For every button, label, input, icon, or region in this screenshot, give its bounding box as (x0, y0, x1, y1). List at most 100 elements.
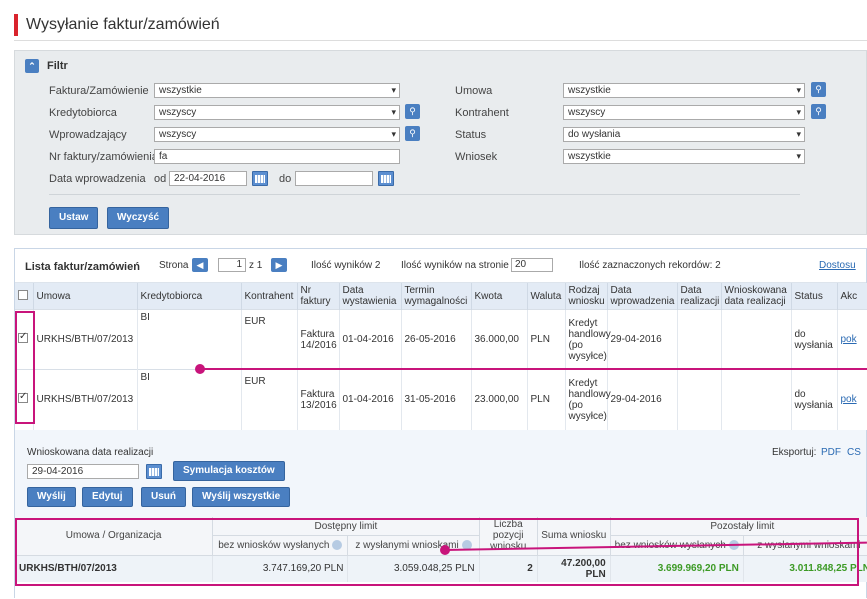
annotation-pointer-dot (440, 545, 450, 555)
cell-status: do wysłania (791, 309, 838, 370)
status-select[interactable]: do wysłania (563, 127, 805, 142)
send-button[interactable]: Wyślij (27, 487, 76, 507)
label-od: od (154, 173, 167, 185)
col-wnioskowana[interactable]: Wnioskowana data realizacji (721, 283, 792, 310)
filter-header[interactable]: ⌃ Filtr (25, 59, 68, 73)
col-kontrahent[interactable]: Kontrahent (241, 283, 298, 310)
umowa-select[interactable]: wszystkie (563, 83, 805, 98)
delete-button[interactable]: Usuń (141, 487, 186, 507)
col-umowa[interactable]: Umowa (33, 283, 138, 310)
col-status[interactable]: Status (791, 283, 838, 310)
title-divider (14, 40, 867, 41)
label-umowa: Umowa (455, 85, 493, 97)
cell-wprowadzenia: 29-04-2016 (607, 309, 678, 370)
clear-button[interactable]: Wyczyść (107, 207, 170, 229)
requested-date-input[interactable]: 29-04-2016 (27, 464, 139, 479)
table-row[interactable]: URKHS/BTH/07/2013 BI EUR Faktura 14/2016… (15, 309, 867, 370)
page-of: z 1 (249, 260, 263, 271)
cell-kontrahent: EUR (241, 369, 298, 430)
actions-area: Wnioskowana data realizacji 29-04-2016 S… (15, 435, 866, 517)
cell-org: URKHS/BTH/07/2013 (15, 555, 214, 582)
calendar-icon[interactable] (378, 171, 394, 186)
annotation-pointer-line (200, 368, 867, 370)
export-label: Eksportuj: (772, 447, 817, 458)
list-title: Lista faktur/zamówień (25, 261, 140, 273)
date-from-input[interactable]: 22-04-2016 (169, 171, 247, 186)
cell-count: 2 (479, 555, 538, 582)
row-action-link[interactable]: pok (841, 334, 857, 345)
row-action-link[interactable]: pok (841, 394, 857, 405)
kontrahent-select[interactable]: wszyscy (563, 105, 805, 120)
cell-kredytobiorca: BI (137, 369, 242, 430)
cell-rem-without: 3.699.969,20 PLN (610, 555, 744, 582)
cell-termin: 31-05-2016 (401, 369, 472, 430)
col-akcje: Akc (837, 283, 867, 310)
table-row[interactable]: URKHS/BTH/07/2013 BI EUR Faktura 13/2016… (15, 369, 867, 430)
cell-kwota: 23.000,00 (471, 369, 528, 430)
annotation-pointer-dot (195, 364, 205, 374)
list-toolbar: Lista faktur/zamówień Strona ◀ 1 z 1 ▶ I… (15, 249, 866, 283)
cell-kontrahent: EUR (241, 309, 298, 370)
info-icon[interactable] (332, 540, 343, 551)
cell-wystawienia: 01-04-2016 (339, 309, 402, 370)
export-pdf-link[interactable]: PDF (821, 447, 841, 458)
next-page-button[interactable]: ▶ (271, 258, 287, 272)
cell-avail-without: 3.747.169,20 PLN (212, 555, 349, 582)
cell-rem-with: 3.011.848,25 PLN (743, 555, 867, 582)
kredytobiorca-select[interactable]: wszyscy (154, 105, 400, 120)
col-kredytobiorca[interactable]: Kredytobiorca (137, 283, 242, 310)
col-nr-faktury[interactable]: Nr faktury (297, 283, 340, 310)
cell-nr: Faktura 13/2016 (297, 369, 340, 430)
col-termin[interactable]: Termin wymagalności (401, 283, 472, 310)
col-data-wprowadzenia[interactable]: Data wprowadzenia (607, 283, 678, 310)
col-data-wystawienia[interactable]: Data wystawienia (339, 283, 402, 310)
col-kwota[interactable]: Kwota (471, 283, 528, 310)
export-csv-link[interactable]: CS (847, 447, 861, 458)
col-sum: Suma wniosku (537, 517, 611, 556)
cell-termin: 26-05-2016 (401, 309, 472, 370)
limits-table: Umowa / Organizacja Dostępny limit Liczb… (15, 517, 867, 599)
select-all-checkbox[interactable] (18, 289, 28, 300)
label-do: do (279, 173, 292, 185)
calendar-icon[interactable] (146, 464, 162, 479)
binoculars-icon[interactable]: ⚲ (811, 82, 826, 97)
label-wprowadzajacy: Wprowadzający (49, 129, 127, 141)
cell-wnioskowana (721, 369, 792, 430)
per-page-label: Ilość wyników na stronie (401, 260, 509, 271)
collapse-icon[interactable]: ⌃ (25, 59, 39, 73)
cell-kwota: 36.000,00 (471, 309, 528, 370)
label-faktura: Faktura/Zamówienie (49, 85, 149, 97)
selected-count: Ilość zaznaczonych rekordów: 2 (579, 260, 721, 271)
send-all-button[interactable]: Wyślij wszystkie (192, 487, 291, 507)
date-to-input[interactable] (295, 171, 373, 186)
binoculars-icon[interactable]: ⚲ (405, 126, 420, 141)
per-page-select[interactable]: 20 (511, 258, 553, 272)
row-checkbox[interactable] (18, 331, 28, 343)
cell-wnioskowana (721, 309, 792, 370)
cell-umowa: URKHS/BTH/07/2013 (33, 309, 138, 370)
col-rodzaj[interactable]: Rodzaj wniosku (565, 283, 608, 310)
calendar-icon[interactable] (252, 171, 268, 186)
wniosek-select[interactable]: wszystkie (563, 149, 805, 164)
nr-faktury-input[interactable]: fa (154, 149, 400, 164)
binoculars-icon[interactable]: ⚲ (811, 104, 826, 119)
table-header-row: Umowa Kredytobiorca Kontrahent Nr faktur… (15, 283, 867, 310)
row-checkbox[interactable] (18, 391, 28, 404)
col-waluta[interactable]: Waluta (527, 283, 566, 310)
set-button[interactable]: Ustaw (49, 207, 99, 229)
adjust-columns-link[interactable]: Dostosu (819, 260, 856, 271)
edit-button[interactable]: Edytuj (82, 487, 133, 507)
wprowadzajacy-select[interactable]: wszyscy (154, 127, 400, 142)
faktura-select[interactable]: wszystkie (154, 83, 400, 98)
binoculars-icon[interactable]: ⚲ (405, 104, 420, 119)
cell-umowa: URKHS/BTH/07/2013 (33, 369, 138, 430)
cell-waluta: PLN (527, 309, 566, 370)
col-data-realizacji[interactable]: Data realizacji (677, 283, 722, 310)
cell-avail-with: 3.059.048,25 PLN (347, 555, 480, 582)
label-wniosek: Wniosek (455, 151, 498, 163)
results-count: Ilość wyników 2 (311, 260, 381, 271)
prev-page-button[interactable]: ◀ (192, 258, 208, 272)
page-input[interactable]: 1 (218, 258, 246, 272)
label-kredytobiorca: Kredytobiorca (49, 107, 117, 119)
simulate-costs-button[interactable]: Symulacja kosztów (173, 461, 285, 481)
